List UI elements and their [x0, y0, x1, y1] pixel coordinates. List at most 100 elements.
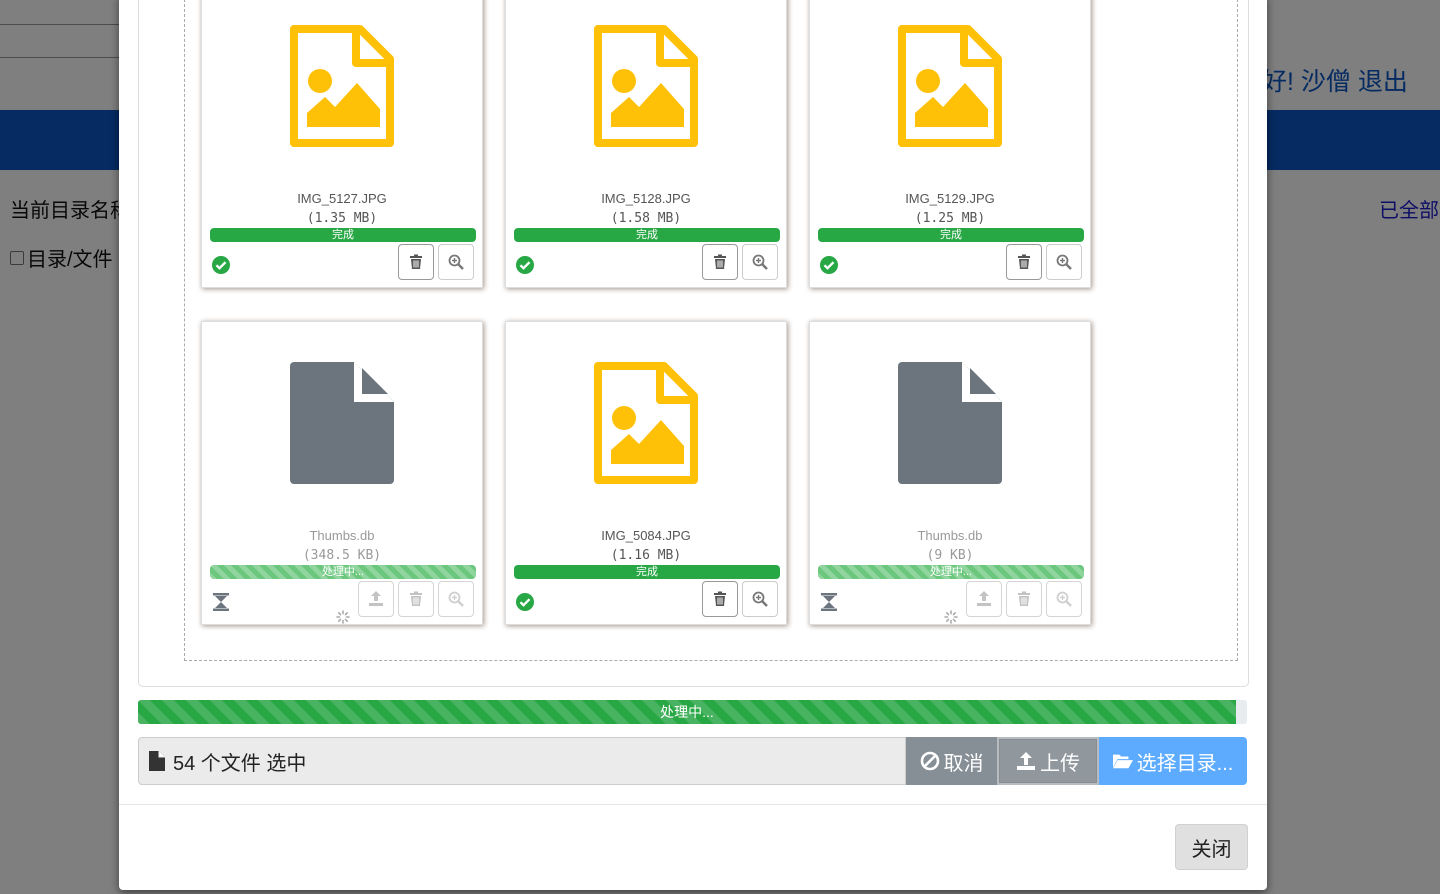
file-progress-bar: 完成 — [514, 228, 780, 242]
view-details-button[interactable] — [742, 244, 778, 280]
view-details-button[interactable] — [742, 581, 778, 617]
remove-file-button[interactable] — [1006, 581, 1042, 617]
view-details-button[interactable] — [1046, 244, 1082, 280]
file-name: IMG_5128.JPG — [601, 191, 691, 206]
loading-spinner-icon — [336, 610, 350, 624]
check-circle-icon — [212, 256, 230, 274]
remove-file-button[interactable] — [398, 581, 434, 617]
file-actions — [358, 581, 474, 617]
upload-modal: IMG_5127.JPG (1.35 MB) 完成 IMG_5128.JPG (1.58… — [119, 0, 1267, 890]
file-actions — [1006, 244, 1082, 280]
upload-icon — [369, 591, 383, 606]
thumbnail-preview — [506, 362, 786, 486]
file-size: (1.35 MB) — [306, 211, 378, 226]
zoom-in-icon — [752, 591, 768, 607]
file-drop-zone: IMG_5127.JPG (1.35 MB) 完成 IMG_5128.JPG (1.58… — [184, 0, 1238, 661]
thumbnail-preview — [202, 362, 482, 486]
check-circle-icon — [516, 256, 534, 274]
upload-icon — [1017, 752, 1035, 770]
file-progress-bar: 处理中... — [818, 565, 1084, 579]
trash-icon — [410, 254, 422, 269]
file-progress-fill: 完成 — [514, 565, 780, 579]
ban-icon — [920, 751, 939, 771]
zoom-in-icon — [448, 591, 464, 607]
upload-file-button[interactable] — [966, 581, 1002, 617]
thumbnail-preview — [810, 25, 1090, 149]
file-thumbnail: IMG_5127.JPG (1.35 MB) 完成 — [201, 0, 483, 288]
upload-button-label: 上传 — [1040, 752, 1080, 775]
file-name: IMG_5129.JPG — [905, 191, 995, 206]
upload-icon — [977, 591, 991, 606]
trash-icon — [410, 591, 422, 606]
file-progress-bar: 完成 — [818, 228, 1084, 242]
upload-button[interactable]: 上传 — [997, 737, 1099, 785]
file-progress-bar: 处理中... — [210, 565, 476, 579]
generic-file-icon — [898, 362, 1002, 484]
browse-button-label: 选择目录... — [1136, 752, 1234, 775]
remove-file-button[interactable] — [702, 581, 738, 617]
hourglass-icon — [213, 593, 229, 611]
trash-icon — [714, 254, 726, 269]
remove-file-button[interactable] — [398, 244, 434, 280]
file-thumbnail: Thumbs.db (348.5 KB) 处理中... — [201, 321, 483, 625]
view-details-button[interactable] — [438, 244, 474, 280]
file-size: (1.58 MB) — [610, 211, 682, 226]
file-actions — [966, 581, 1082, 617]
check-circle-icon — [516, 593, 534, 611]
upload-progress-bar: 处理中... — [138, 700, 1247, 724]
file-caption-bar: 54 个文件 选中 取消 上传 选择目录... — [138, 737, 1247, 785]
file-thumbnail: IMG_5084.JPG (1.16 MB) 完成 — [505, 321, 787, 625]
file-thumbnail: IMG_5128.JPG (1.58 MB) 完成 — [505, 0, 787, 288]
file-progress-bar: 完成 — [514, 565, 780, 579]
image-file-icon — [290, 25, 394, 147]
file-progress-fill: 处理中... — [210, 565, 476, 579]
image-file-icon — [594, 25, 698, 147]
cancel-button-label: 取消 — [943, 752, 984, 775]
upload-file-button[interactable] — [358, 581, 394, 617]
view-details-button[interactable] — [438, 581, 474, 617]
file-name: IMG_5127.JPG — [297, 191, 387, 206]
folder-open-icon — [1112, 754, 1133, 769]
zoom-in-icon — [448, 254, 464, 270]
file-name: Thumbs.db — [309, 528, 375, 543]
file-name: IMG_5084.JPG — [601, 528, 691, 543]
file-actions — [702, 244, 778, 280]
zoom-in-icon — [1056, 591, 1072, 607]
file-preview-frame: IMG_5127.JPG (1.35 MB) 完成 IMG_5128.JPG (1.58… — [138, 0, 1249, 687]
check-circle-icon — [820, 256, 838, 274]
cancel-button[interactable]: 取消 — [906, 737, 997, 785]
trash-icon — [1018, 254, 1030, 269]
file-thumbnail: Thumbs.db (9 KB) 处理中... — [809, 321, 1091, 625]
close-button[interactable]: 关闭 — [1175, 824, 1248, 870]
thumbnail-preview — [810, 362, 1090, 486]
file-size: (1.25 MB) — [914, 211, 986, 226]
zoom-in-icon — [752, 254, 768, 270]
hourglass-icon — [821, 593, 837, 611]
trash-icon — [714, 591, 726, 606]
file-icon — [149, 751, 165, 771]
file-size: (9 KB) — [926, 548, 974, 563]
loading-spinner-icon — [944, 610, 958, 624]
file-name: Thumbs.db — [917, 528, 983, 543]
image-file-icon — [594, 362, 698, 484]
file-thumbnail: IMG_5129.JPG (1.25 MB) 完成 — [809, 0, 1091, 288]
file-caption: 54 个文件 选中 — [138, 737, 906, 785]
file-progress-fill: 完成 — [210, 228, 476, 242]
file-progress-fill: 完成 — [818, 228, 1084, 242]
trash-icon — [1018, 591, 1030, 606]
generic-file-icon — [290, 362, 394, 484]
thumbnail-preview — [506, 25, 786, 149]
file-progress-fill: 处理中... — [818, 565, 1084, 579]
thumbnail-preview — [202, 25, 482, 149]
remove-file-button[interactable] — [1006, 244, 1042, 280]
file-size: (348.5 KB) — [302, 548, 382, 563]
file-actions — [398, 244, 474, 280]
file-progress-bar: 完成 — [210, 228, 476, 242]
image-file-icon — [898, 25, 1002, 147]
file-caption-text: 54 个文件 选中 — [173, 752, 307, 775]
browse-directory-button[interactable]: 选择目录... — [1099, 737, 1247, 785]
upload-progress-fill: 处理中... — [138, 700, 1236, 724]
view-details-button[interactable] — [1046, 581, 1082, 617]
remove-file-button[interactable] — [702, 244, 738, 280]
file-size: (1.16 MB) — [610, 548, 682, 563]
